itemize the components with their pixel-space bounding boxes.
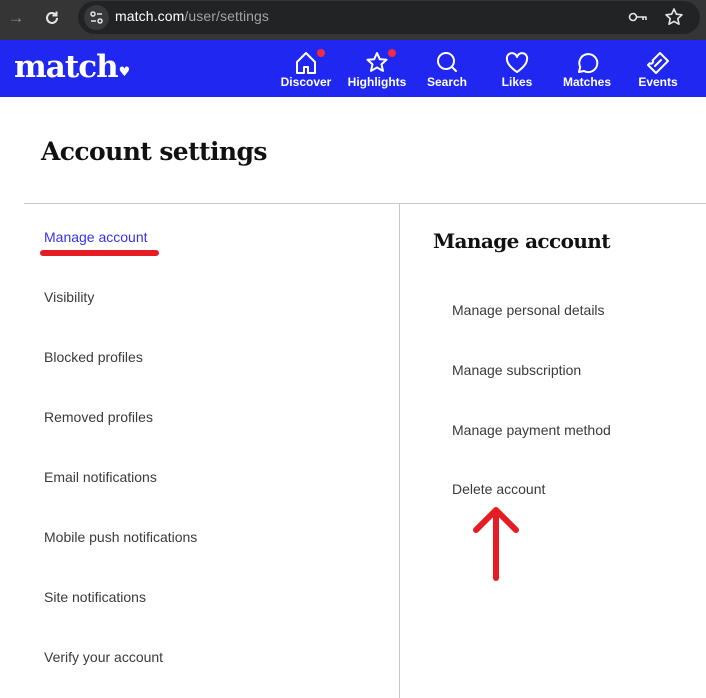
site-header: match♥ Discover Highlights Search Likes … xyxy=(0,40,706,97)
nav-matches[interactable]: Matches xyxy=(560,40,614,97)
notification-dot xyxy=(388,49,396,57)
red-underline-annotation xyxy=(40,250,159,256)
horizontal-divider xyxy=(24,203,706,204)
home-icon xyxy=(296,52,316,74)
panel-title: Manage account xyxy=(433,229,610,253)
url-text[interactable]: match.com/user/settings xyxy=(115,8,269,24)
nav-label: Likes xyxy=(501,75,533,89)
sidebar-item-visibility[interactable]: Visibility xyxy=(44,289,94,305)
url-path: /user/settings xyxy=(184,8,270,24)
delete-account-link[interactable]: Delete account xyxy=(452,481,545,497)
nav-likes[interactable]: Likes xyxy=(496,40,538,97)
search-icon xyxy=(437,52,457,72)
ticket-icon xyxy=(647,52,669,74)
url-host: match.com xyxy=(115,8,185,24)
match-logo[interactable]: match♥ xyxy=(14,49,131,85)
nav-label: Matches xyxy=(562,75,612,89)
sidebar-item-mobile-push-notifications[interactable]: Mobile push notifications xyxy=(44,529,197,545)
logo-text: match xyxy=(14,49,119,85)
nav-label: Highlights xyxy=(347,75,407,89)
sidebar-item-verify-account[interactable]: Verify your account xyxy=(44,649,163,665)
nav-highlights[interactable]: Highlights xyxy=(346,40,408,97)
reload-icon[interactable] xyxy=(42,8,62,28)
password-key-icon[interactable] xyxy=(628,9,648,30)
sidebar-item-email-notifications[interactable]: Email notifications xyxy=(44,469,157,485)
bookmark-star-icon[interactable] xyxy=(664,7,684,32)
star-icon xyxy=(366,52,388,72)
manage-subscription-link[interactable]: Manage subscription xyxy=(452,362,581,378)
sidebar-item-site-notifications[interactable]: Site notifications xyxy=(44,589,146,605)
nav-events[interactable]: Events xyxy=(636,40,680,97)
nav-label: Search xyxy=(426,75,468,89)
forward-icon[interactable]: → xyxy=(6,8,26,28)
sidebar-item-removed-profiles[interactable]: Removed profiles xyxy=(44,409,153,425)
vertical-divider xyxy=(399,203,400,698)
nav-search[interactable]: Search xyxy=(424,40,470,97)
nav-label: Events xyxy=(638,75,678,89)
nav-discover[interactable]: Discover xyxy=(280,40,332,97)
notification-dot xyxy=(317,49,325,57)
manage-payment-method-link[interactable]: Manage payment method xyxy=(452,422,611,438)
address-bar[interactable]: match.com/user/settings xyxy=(78,1,700,34)
sidebar-item-blocked-profiles[interactable]: Blocked profiles xyxy=(44,349,143,365)
site-settings-icon[interactable] xyxy=(84,5,109,30)
chat-bubble-icon xyxy=(578,53,599,74)
red-arrow-annotation xyxy=(473,507,519,581)
manage-personal-details-link[interactable]: Manage personal details xyxy=(452,302,605,318)
sidebar-item-manage-account[interactable]: Manage account xyxy=(44,229,148,245)
browser-toolbar: → match.com/user/settings xyxy=(0,0,706,40)
nav-label: Discover xyxy=(280,75,332,89)
logo-heart-icon: ♥ xyxy=(118,65,131,80)
heart-icon xyxy=(505,52,529,73)
page-title: Account settings xyxy=(41,137,267,166)
